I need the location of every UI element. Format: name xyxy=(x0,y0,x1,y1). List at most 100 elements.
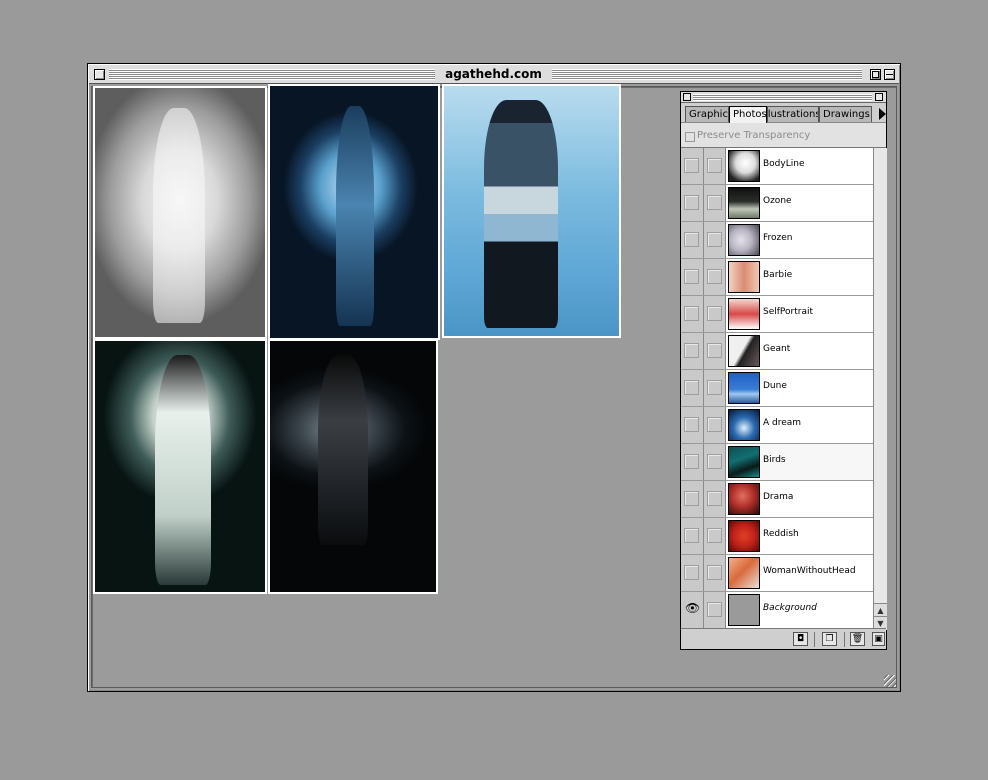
layer-visibility-toggle[interactable] xyxy=(681,407,704,443)
layer-name: Reddish xyxy=(763,529,799,539)
collapse-box-icon[interactable] xyxy=(884,69,895,80)
link-box xyxy=(707,232,722,247)
palette-zoom-icon[interactable] xyxy=(875,93,883,101)
visibility-box xyxy=(684,232,699,247)
link-box xyxy=(707,565,722,580)
tab-drawings[interactable]: Drawings xyxy=(819,106,872,122)
visibility-box xyxy=(684,158,699,173)
photo-fog-figure-white[interactable] xyxy=(93,86,267,339)
layer-name: BodyLine xyxy=(763,159,805,169)
layer-thumbnail xyxy=(728,557,760,589)
palette-footer: ◘ ❐ 🗑 ▣ xyxy=(681,628,886,649)
photo-subject xyxy=(484,100,558,328)
layer-row[interactable]: Geant xyxy=(681,333,873,370)
layer-thumbnail xyxy=(728,187,760,219)
layer-visibility-toggle[interactable] xyxy=(681,222,704,258)
photo-subject xyxy=(155,355,211,585)
trash-icon[interactable]: 🗑 xyxy=(850,632,865,646)
layer-name: A dream xyxy=(763,418,802,428)
layer-visibility-toggle[interactable] xyxy=(681,518,704,554)
layer-visibility-toggle[interactable] xyxy=(681,185,704,221)
palette-close-icon[interactable] xyxy=(683,93,691,101)
layer-link-toggle[interactable] xyxy=(704,592,726,628)
visibility-box xyxy=(684,343,699,358)
palette-titlebar[interactable] xyxy=(681,92,886,103)
new-layer-icon[interactable]: ❐ xyxy=(822,632,837,646)
layer-visibility-toggle[interactable] xyxy=(681,148,704,184)
layer-link-toggle[interactable] xyxy=(704,222,726,258)
tab-photos[interactable]: Photos xyxy=(729,106,767,123)
layer-row[interactable]: Barbie xyxy=(681,259,873,296)
layer-visibility-toggle[interactable] xyxy=(681,444,704,480)
visibility-box xyxy=(684,417,699,432)
layer-thumbnail xyxy=(728,224,760,256)
link-box xyxy=(707,158,722,173)
layer-row[interactable]: SelfPortrait xyxy=(681,296,873,333)
layer-thumbnail xyxy=(728,446,760,478)
new-layer-set-icon[interactable]: ▣ xyxy=(872,632,885,646)
tab-illustrations[interactable]: Illustrations xyxy=(767,106,819,122)
layer-row[interactable]: Ozone xyxy=(681,185,873,222)
layer-link-toggle[interactable] xyxy=(704,481,726,517)
layers-list: BodyLine Ozone Frozen Barbie SelfPortrai… xyxy=(681,148,873,630)
layer-link-toggle[interactable] xyxy=(704,296,726,332)
tabs-scroll-right-icon[interactable] xyxy=(879,108,886,120)
layer-link-toggle[interactable] xyxy=(704,444,726,480)
layer-visibility-toggle[interactable] xyxy=(681,370,704,406)
layer-link-toggle[interactable] xyxy=(704,518,726,554)
layer-name: Background xyxy=(763,603,817,613)
layer-row[interactable]: BodyLine xyxy=(681,148,873,185)
photo-subject xyxy=(153,108,205,323)
scroll-up-arrow-icon[interactable]: ▲ xyxy=(874,603,887,616)
layer-row[interactable]: Birds xyxy=(681,444,873,481)
layer-thumbnail xyxy=(728,520,760,552)
layer-link-toggle[interactable] xyxy=(704,555,726,591)
preserve-transparency-label: Preserve Transparency xyxy=(697,130,811,141)
titlebar-stripes-left xyxy=(109,69,435,80)
link-box xyxy=(707,343,722,358)
photo-fog-figure-dark[interactable] xyxy=(268,339,438,594)
window-titlebar[interactable]: agathehd.com xyxy=(89,65,899,84)
layer-row[interactable]: Drama xyxy=(681,481,873,518)
photo-woman-standing-blue[interactable] xyxy=(442,84,621,338)
layer-link-toggle[interactable] xyxy=(704,185,726,221)
layer-link-toggle[interactable] xyxy=(704,333,726,369)
layer-row[interactable]: A dream xyxy=(681,407,873,444)
layer-visibility-toggle[interactable] xyxy=(681,555,704,591)
photo-fog-figure-green[interactable] xyxy=(93,339,267,594)
photo-subject xyxy=(336,106,374,326)
close-box-icon[interactable] xyxy=(94,69,105,80)
link-box xyxy=(707,195,722,210)
link-box xyxy=(707,306,722,321)
photo-fog-figure-blue[interactable] xyxy=(268,84,440,340)
layer-link-toggle[interactable] xyxy=(704,407,726,443)
layers-scrollbar[interactable]: ▲ ▼ xyxy=(873,148,887,630)
layer-visibility-toggle[interactable]: 👁 xyxy=(681,592,704,628)
preserve-transparency-checkbox[interactable] xyxy=(685,132,695,142)
layer-thumbnail xyxy=(728,483,760,515)
layer-thumbnail xyxy=(728,261,760,293)
layer-link-toggle[interactable] xyxy=(704,148,726,184)
layer-visibility-toggle[interactable] xyxy=(681,481,704,517)
layer-visibility-toggle[interactable] xyxy=(681,296,704,332)
visibility-box xyxy=(684,195,699,210)
layer-visibility-toggle[interactable] xyxy=(681,259,704,295)
layer-row[interactable]: WomanWithoutHead xyxy=(681,555,873,592)
layer-row[interactable]: Dune xyxy=(681,370,873,407)
layer-row[interactable]: Reddish xyxy=(681,518,873,555)
layer-name: Drama xyxy=(763,492,794,502)
layer-name: SelfPortrait xyxy=(763,307,814,317)
layer-mask-icon[interactable]: ◘ xyxy=(793,632,808,646)
layer-row[interactable]: Frozen xyxy=(681,222,873,259)
zoom-box-icon[interactable] xyxy=(870,69,881,80)
layer-thumbnail xyxy=(728,150,760,182)
layers-palette: Graphics Photos Illustrations Drawings P… xyxy=(680,91,887,650)
resize-grip-icon[interactable] xyxy=(884,675,896,687)
tab-graphics[interactable]: Graphics xyxy=(685,106,729,122)
layer-row-background[interactable]: 👁 Background xyxy=(681,592,873,629)
layer-link-toggle[interactable] xyxy=(704,370,726,406)
layer-link-toggle[interactable] xyxy=(704,259,726,295)
link-box xyxy=(707,380,722,395)
layer-name: Barbie xyxy=(763,270,793,280)
layer-visibility-toggle[interactable] xyxy=(681,333,704,369)
